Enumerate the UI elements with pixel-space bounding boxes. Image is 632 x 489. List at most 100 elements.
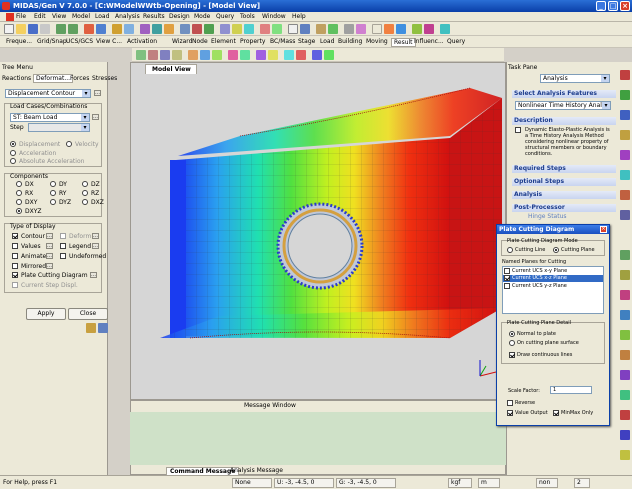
menu-analysis[interactable]: Analysis	[115, 13, 140, 20]
normal-radio[interactable]	[509, 331, 515, 337]
snap-select[interactable]: non	[536, 478, 558, 488]
required-steps-header[interactable]: Required Steps	[512, 165, 616, 173]
tab-wizard[interactable]: Wizard	[172, 38, 192, 45]
force-icon[interactable]	[160, 50, 170, 60]
deform-checkbox[interactable]	[60, 233, 66, 239]
hinge-status-link[interactable]: Hinge Status	[528, 213, 567, 220]
analysis-feature-select[interactable]: Nonlinear Time History Analysis	[515, 101, 611, 110]
cut-icon[interactable]	[384, 24, 394, 34]
render-icon[interactable]	[204, 24, 214, 34]
side-tool-1-icon[interactable]	[620, 70, 630, 80]
undeformed-checkbox[interactable]	[60, 253, 66, 259]
tab-bc-mass[interactable]: BC/Mass	[270, 38, 295, 45]
maximize-icon[interactable]: □	[608, 1, 618, 11]
shade-icon[interactable]	[192, 24, 202, 34]
side-tool-8-icon[interactable]	[620, 210, 630, 220]
plate-cutting-checkbox[interactable]	[12, 272, 18, 278]
tab-building[interactable]: Building	[338, 38, 362, 45]
table-icon[interactable]	[300, 24, 310, 34]
dxy-radio[interactable]	[16, 199, 22, 205]
undo-icon[interactable]	[56, 24, 66, 34]
tab-model-view[interactable]: Model View	[145, 64, 197, 74]
menu-load[interactable]: Load	[95, 13, 109, 20]
help-icon[interactable]	[356, 24, 366, 34]
menu-query[interactable]: Query	[216, 13, 234, 20]
legend-checkbox[interactable]	[60, 243, 66, 249]
current-step-checkbox[interactable]	[12, 282, 18, 288]
contour-type-select[interactable]: Displacement Contour	[5, 89, 91, 98]
side-tool-5-icon[interactable]	[620, 150, 630, 160]
dy-radio[interactable]	[50, 181, 56, 187]
plate-cutting-detail-button[interactable]: …	[90, 272, 97, 278]
close-button[interactable]: Close	[68, 308, 108, 320]
side-tool-14-icon[interactable]	[620, 350, 630, 360]
time-history-icon[interactable]	[256, 50, 266, 60]
unit-force-select[interactable]: kgf	[448, 478, 472, 488]
animate-detail-button[interactable]: …	[46, 253, 53, 259]
measure-icon[interactable]	[396, 24, 406, 34]
model-canvas[interactable]	[130, 76, 506, 398]
on-surface-radio[interactable]	[509, 340, 515, 346]
tab-element[interactable]: Element	[211, 38, 236, 45]
capture-icon[interactable]	[440, 24, 450, 34]
contour-icon[interactable]	[212, 50, 222, 60]
absolute-acceleration-radio[interactable]	[10, 158, 16, 164]
stress-icon[interactable]	[172, 50, 182, 60]
dyz-radio[interactable]	[50, 199, 56, 205]
redo-icon[interactable]	[68, 24, 78, 34]
step-select[interactable]	[28, 123, 90, 132]
filter-icon[interactable]	[372, 24, 382, 34]
display-icon[interactable]	[288, 24, 298, 34]
iso-view-icon[interactable]	[220, 24, 230, 34]
menu-design[interactable]: Design	[169, 13, 190, 20]
draw-continuous-checkbox[interactable]	[509, 352, 515, 358]
options-icon[interactable]	[344, 24, 354, 34]
top-view-icon[interactable]	[232, 24, 242, 34]
side-tool-17-icon[interactable]	[620, 410, 630, 420]
description-header[interactable]: Description	[512, 117, 616, 125]
legend-detail-button[interactable]: …	[92, 243, 99, 249]
values-detail-button[interactable]: …	[46, 243, 53, 249]
apply-button[interactable]: Apply	[26, 308, 66, 320]
menu-tools[interactable]: Tools	[240, 13, 255, 20]
copy-icon[interactable]	[84, 24, 94, 34]
plane-xz-label[interactable]: Current UCS x-z Plane	[512, 275, 567, 281]
side-tool-13-icon[interactable]	[620, 330, 630, 340]
tab-result[interactable]: Result	[391, 38, 416, 47]
list-icon[interactable]	[98, 323, 108, 333]
open-icon[interactable]	[16, 24, 26, 34]
group-icon[interactable]	[424, 24, 434, 34]
message-area[interactable]	[130, 412, 506, 465]
table-result-icon[interactable]	[284, 50, 294, 60]
close-icon[interactable]: ×	[620, 1, 630, 11]
mirrored-detail-button[interactable]: …	[46, 263, 53, 269]
tab-property[interactable]: Property	[240, 38, 265, 45]
select-features-header[interactable]: Select Analysis Features	[512, 90, 616, 98]
plane-yz-checkbox[interactable]	[504, 283, 510, 289]
plane-xy-checkbox[interactable]	[504, 268, 510, 274]
zoom-icon[interactable]	[140, 24, 150, 34]
deform-detail-button[interactable]: …	[92, 233, 99, 239]
load-case-select[interactable]: ST: Beam Load	[10, 113, 90, 122]
cutting-line-radio[interactable]	[507, 247, 513, 253]
dialog-close-icon[interactable]: ×	[600, 226, 607, 233]
dz-radio[interactable]	[82, 181, 88, 187]
paste-icon[interactable]	[96, 24, 106, 34]
side-tool-10-icon[interactable]	[620, 270, 630, 280]
tab-query[interactable]: Query	[447, 38, 465, 45]
rx-radio[interactable]	[16, 190, 22, 196]
mirrored-checkbox[interactable]	[12, 263, 18, 269]
side-tool-11-icon[interactable]	[620, 290, 630, 300]
grid-icon[interactable]	[124, 24, 134, 34]
scale-factor-input[interactable]: 1	[550, 386, 592, 394]
dxz-radio[interactable]	[82, 199, 88, 205]
reaction-icon[interactable]	[136, 50, 146, 60]
load-case-options-button[interactable]: …	[92, 114, 99, 120]
minmax-checkbox[interactable]	[553, 410, 559, 416]
menu-help[interactable]: Help	[292, 13, 306, 20]
new-icon[interactable]	[4, 24, 14, 34]
buckling-icon[interactable]	[240, 50, 250, 60]
animate-checkbox[interactable]	[12, 253, 18, 259]
post-processor-header[interactable]: Post-Processor	[512, 204, 616, 212]
side-tool-19-icon[interactable]	[620, 450, 630, 460]
